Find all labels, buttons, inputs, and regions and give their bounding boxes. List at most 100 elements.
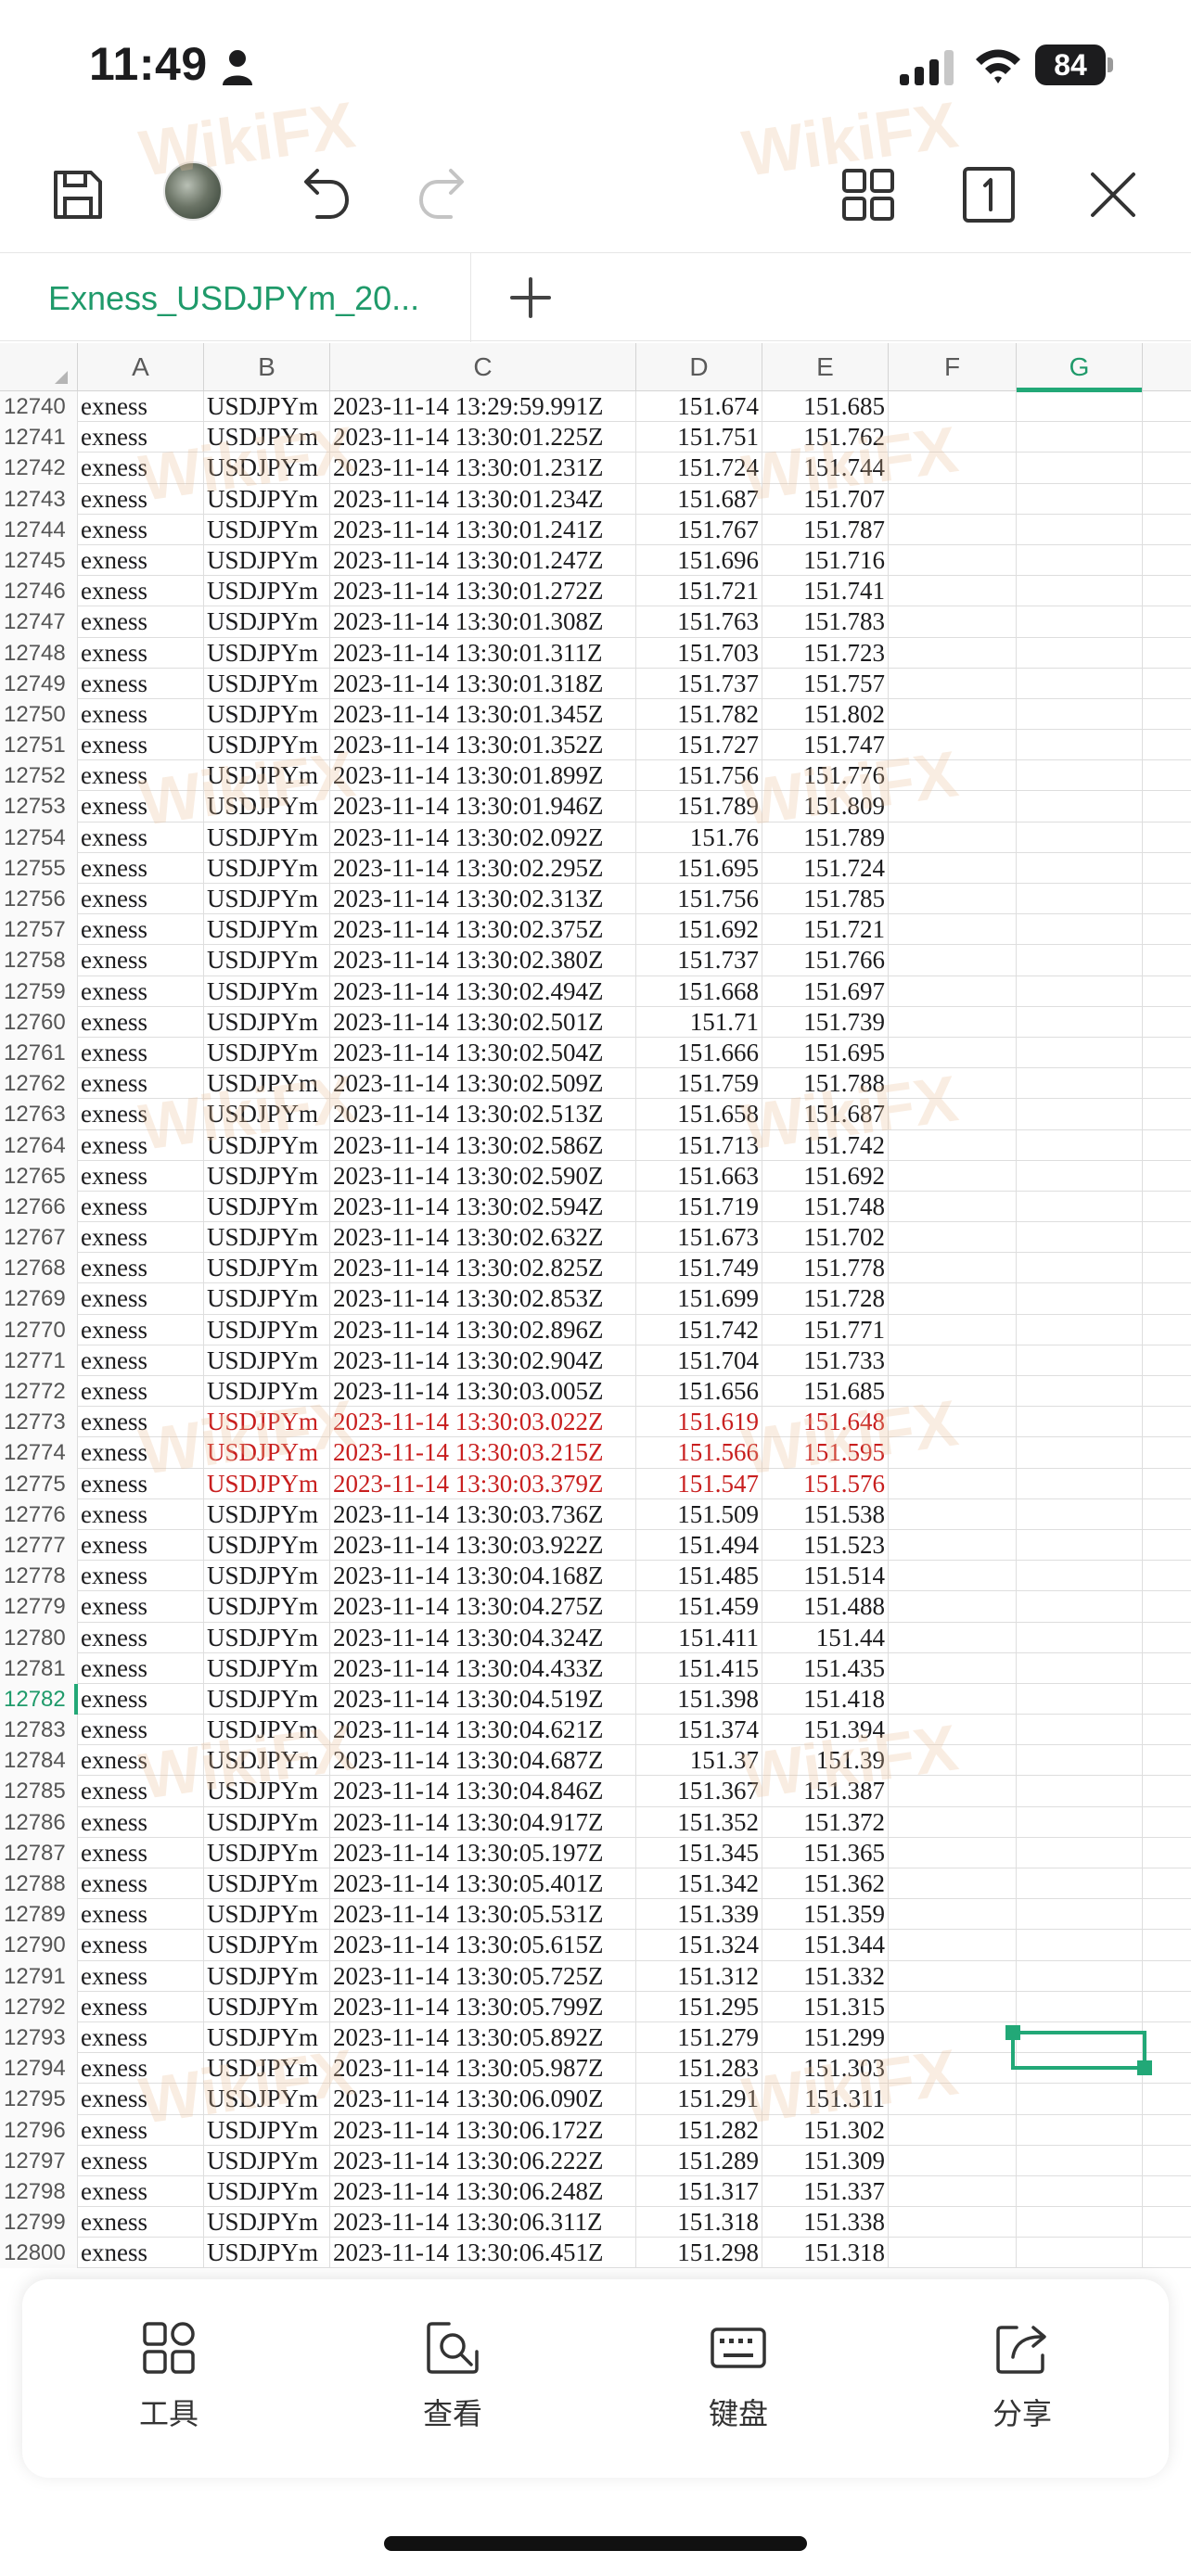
cell-d[interactable]: 151.674 bbox=[636, 391, 762, 423]
cell-h[interactable] bbox=[1143, 545, 1191, 576]
row-number[interactable]: 12745 bbox=[0, 544, 78, 577]
row-number[interactable]: 12777 bbox=[0, 1529, 78, 1562]
cell-b[interactable]: USDJPYm bbox=[204, 1899, 330, 1931]
row-number[interactable]: 12747 bbox=[0, 606, 78, 638]
cell-g[interactable] bbox=[1017, 2114, 1143, 2146]
table-row[interactable]: 12756 exness USDJPYm 2023-11-14 13:30:02.31… bbox=[0, 884, 1191, 915]
cell-h[interactable] bbox=[1143, 1591, 1191, 1622]
grid-view-icon[interactable] bbox=[835, 161, 902, 228]
cell-f[interactable] bbox=[889, 544, 1017, 577]
cell-a[interactable]: exness bbox=[78, 606, 204, 638]
cell-g[interactable] bbox=[1017, 1437, 1143, 1469]
row-number[interactable]: 12761 bbox=[0, 1037, 78, 1069]
cell-c[interactable]: 2023-11-14 13:30:02.590Z bbox=[330, 1160, 636, 1192]
cell-f[interactable] bbox=[889, 1591, 1017, 1623]
cell-f[interactable] bbox=[889, 1068, 1017, 1100]
cell-f[interactable] bbox=[889, 945, 1017, 976]
row-number[interactable]: 12776 bbox=[0, 1498, 78, 1530]
cell-e[interactable]: 151.702 bbox=[762, 1222, 889, 1254]
cell-f[interactable] bbox=[889, 1099, 1017, 1130]
row-number[interactable]: 12795 bbox=[0, 2084, 78, 2115]
row-number[interactable]: 12782 bbox=[0, 1683, 78, 1715]
cell-b[interactable]: USDJPYm bbox=[204, 2145, 330, 2176]
cell-c[interactable]: 2023-11-14 13:30:04.433Z bbox=[330, 1652, 636, 1684]
cell-b[interactable]: USDJPYm bbox=[204, 1222, 330, 1254]
cell-b[interactable]: USDJPYm bbox=[204, 1099, 330, 1130]
cell-e[interactable]: 151.733 bbox=[762, 1345, 889, 1376]
cell-d[interactable]: 151.699 bbox=[636, 1283, 762, 1315]
cell-e[interactable]: 151.721 bbox=[762, 914, 889, 946]
cell-e[interactable]: 151.716 bbox=[762, 544, 889, 577]
cell-c[interactable]: 2023-11-14 13:30:02.313Z bbox=[330, 884, 636, 915]
table-row[interactable]: 12753 exness USDJPYm 2023-11-14 13:30:01.94… bbox=[0, 791, 1191, 823]
cell-a[interactable]: exness bbox=[78, 852, 204, 884]
row-number[interactable]: 12786 bbox=[0, 1806, 78, 1838]
row-number[interactable]: 12746 bbox=[0, 576, 78, 607]
cell-c[interactable]: 2023-11-14 13:30:02.501Z bbox=[330, 1006, 636, 1038]
cell-e[interactable]: 151.776 bbox=[762, 760, 889, 792]
cell-a[interactable]: exness bbox=[78, 1006, 204, 1038]
cell-e[interactable]: 151.809 bbox=[762, 791, 889, 823]
cell-c[interactable]: 2023-11-14 13:30:04.917Z bbox=[330, 1806, 636, 1838]
row-number[interactable]: 12781 bbox=[0, 1652, 78, 1684]
cell-g[interactable] bbox=[1017, 1683, 1143, 1715]
cell-h[interactable] bbox=[1143, 1684, 1191, 1715]
cell-e[interactable]: 151.788 bbox=[762, 1068, 889, 1100]
table-row[interactable]: 12787 exness USDJPYm 2023-11-14 13:30:05.19… bbox=[0, 1837, 1191, 1868]
cell-c[interactable]: 2023-11-14 13:30:01.899Z bbox=[330, 760, 636, 792]
cell-d[interactable]: 151.367 bbox=[636, 1776, 762, 1807]
cell-g[interactable] bbox=[1017, 422, 1143, 453]
cell-a[interactable]: exness bbox=[78, 1899, 204, 1931]
cell-e[interactable]: 151.724 bbox=[762, 852, 889, 884]
table-row[interactable]: 12760 exness USDJPYm 2023-11-14 13:30:02.50… bbox=[0, 1006, 1191, 1038]
cell-h[interactable] bbox=[1143, 515, 1191, 545]
table-row[interactable]: 12798 exness USDJPYm 2023-11-14 13:30:06.24… bbox=[0, 2175, 1191, 2208]
cell-e[interactable]: 151.576 bbox=[762, 1468, 889, 1499]
cell-b[interactable]: USDJPYm bbox=[204, 576, 330, 607]
table-row[interactable]: 12750 exness USDJPYm 2023-11-14 13:30:01.34… bbox=[0, 698, 1191, 731]
cell-d[interactable]: 151.318 bbox=[636, 2207, 762, 2238]
column-header-c[interactable]: C bbox=[330, 343, 636, 391]
cell-d[interactable]: 151.374 bbox=[636, 1715, 762, 1746]
row-number[interactable]: 12741 bbox=[0, 422, 78, 453]
cell-f[interactable] bbox=[889, 1652, 1017, 1684]
cell-d[interactable]: 151.566 bbox=[636, 1437, 762, 1469]
cell-b[interactable]: USDJPYm bbox=[204, 1376, 330, 1408]
cell-h[interactable] bbox=[1143, 1868, 1191, 1899]
cell-a[interactable]: exness bbox=[78, 1745, 204, 1777]
cell-g[interactable] bbox=[1017, 1899, 1143, 1931]
row-number[interactable]: 12743 bbox=[0, 483, 78, 515]
cell-f[interactable] bbox=[889, 1715, 1017, 1746]
cell-g[interactable] bbox=[1017, 606, 1143, 638]
table-row[interactable]: 12768 exness USDJPYm 2023-11-14 13:30:02.82… bbox=[0, 1253, 1191, 1284]
cell-e[interactable]: 151.685 bbox=[762, 1376, 889, 1408]
cell-a[interactable]: exness bbox=[78, 730, 204, 761]
cell-c[interactable]: 2023-11-14 13:30:06.451Z bbox=[330, 2238, 636, 2269]
cell-a[interactable]: exness bbox=[78, 544, 204, 577]
cell-a[interactable]: exness bbox=[78, 668, 204, 699]
cell-f[interactable] bbox=[889, 914, 1017, 946]
cell-a[interactable]: exness bbox=[78, 1715, 204, 1746]
cell-d[interactable]: 151.37 bbox=[636, 1745, 762, 1777]
row-number[interactable]: 12765 bbox=[0, 1160, 78, 1192]
table-row[interactable]: 12796 exness USDJPYm 2023-11-14 13:30:06.17… bbox=[0, 2114, 1191, 2146]
cell-g[interactable] bbox=[1017, 544, 1143, 577]
row-number[interactable]: 12758 bbox=[0, 945, 78, 976]
table-row[interactable]: 12778 exness USDJPYm 2023-11-14 13:30:04.16… bbox=[0, 1561, 1191, 1592]
cell-d[interactable]: 151.782 bbox=[636, 698, 762, 731]
cell-e[interactable]: 151.39 bbox=[762, 1745, 889, 1777]
cell-e[interactable]: 151.783 bbox=[762, 606, 889, 638]
cell-e[interactable]: 151.418 bbox=[762, 1683, 889, 1715]
cell-e[interactable]: 151.741 bbox=[762, 576, 889, 607]
cell-g[interactable] bbox=[1017, 1376, 1143, 1408]
cell-f[interactable] bbox=[889, 1407, 1017, 1438]
cell-b[interactable]: USDJPYm bbox=[204, 1283, 330, 1315]
table-row[interactable]: 12800 exness USDJPYm 2023-11-14 13:30:06.45… bbox=[0, 2238, 1191, 2269]
cell-c[interactable]: 2023-11-14 13:30:02.509Z bbox=[330, 1068, 636, 1100]
cell-f[interactable] bbox=[889, 1468, 1017, 1499]
row-number[interactable]: 12792 bbox=[0, 1991, 78, 2022]
cell-a[interactable]: exness bbox=[78, 698, 204, 731]
cell-h[interactable] bbox=[1143, 1623, 1191, 1653]
cell-g[interactable] bbox=[1017, 698, 1143, 731]
cell-c[interactable]: 2023-11-14 13:30:02.380Z bbox=[330, 945, 636, 976]
